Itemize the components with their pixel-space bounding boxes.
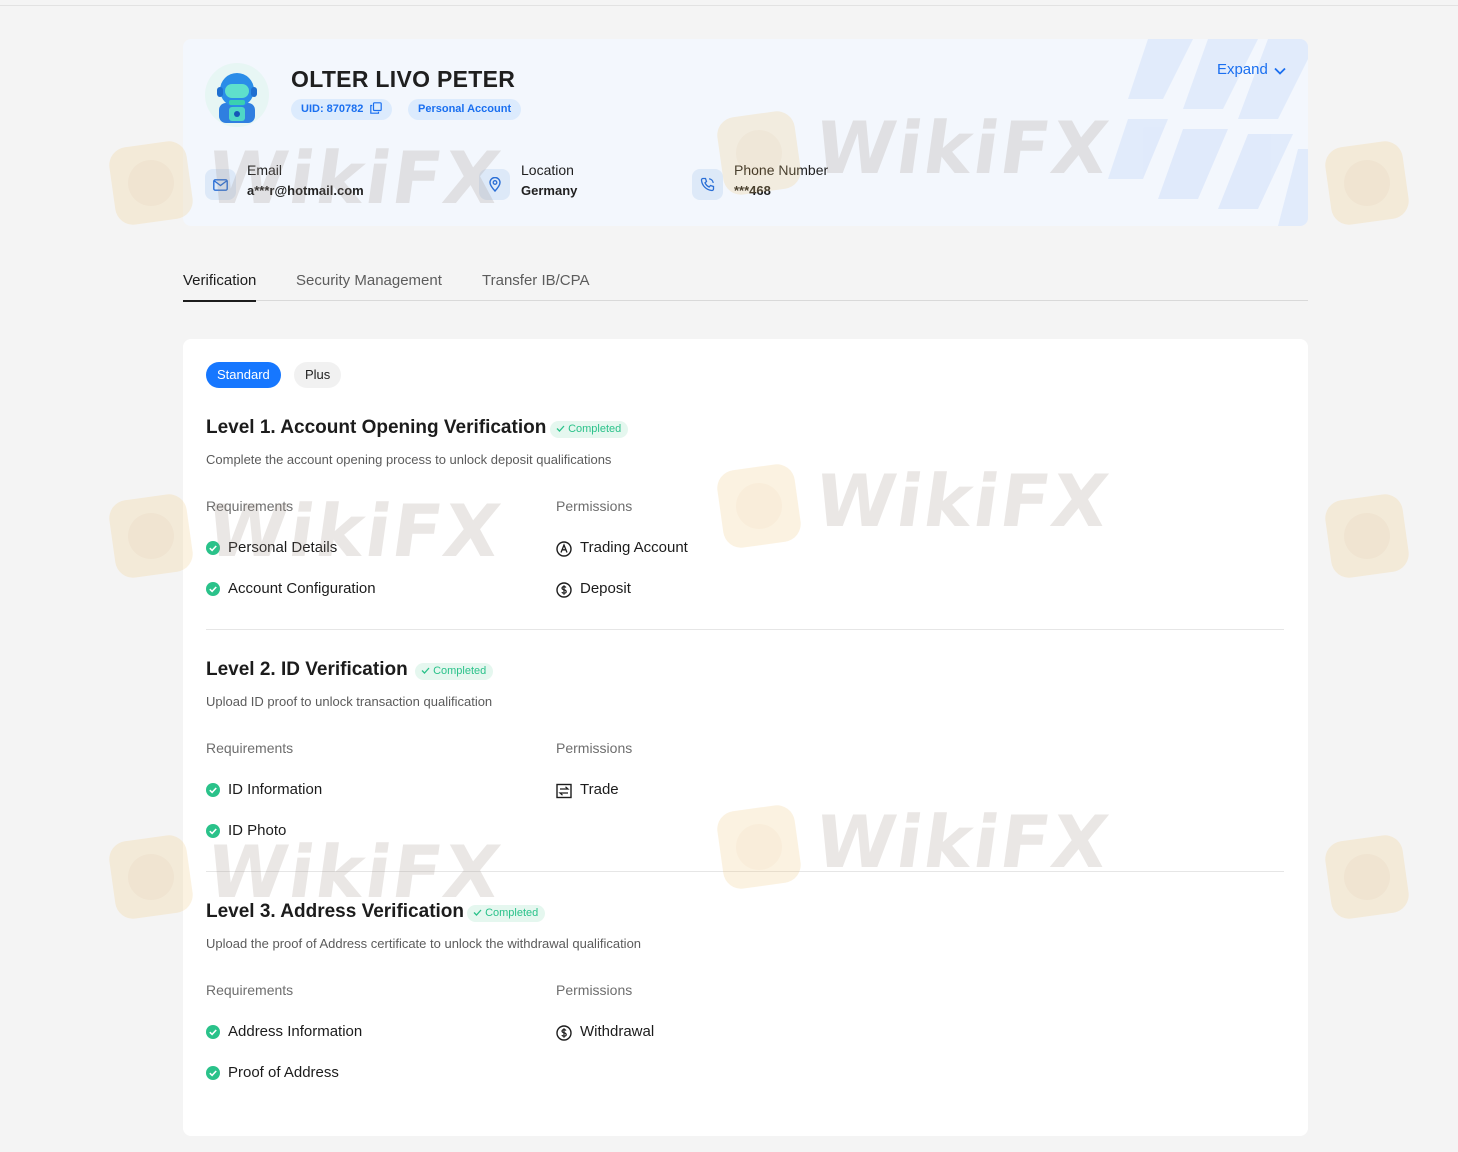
watermark (1322, 132, 1458, 228)
account-type-badge: Personal Account (408, 99, 522, 120)
watermark-logo-icon (1322, 491, 1412, 581)
avatar (205, 63, 269, 127)
exchange-icon (556, 783, 572, 799)
permissions-heading: Permissions (556, 498, 633, 514)
check-icon (473, 909, 482, 916)
watermark-logo-icon (1322, 138, 1412, 228)
tab-transfer-ib-cpa[interactable]: Transfer IB/CPA (482, 272, 590, 289)
level-title: Level 1. Account Opening Verification (206, 417, 547, 438)
completed-text: Completed (485, 907, 539, 919)
phone-label: Phone Number (734, 162, 829, 178)
section-divider (206, 629, 1284, 630)
dollar-coin-icon (556, 582, 572, 598)
astronaut-avatar-icon (217, 73, 257, 123)
check-circle-icon (206, 783, 220, 797)
completed-badge: Completed (415, 663, 494, 680)
standard-toggle[interactable]: Standard (206, 362, 281, 388)
chevron-down-icon (1274, 67, 1286, 75)
requirements-heading: Requirements (206, 740, 294, 756)
tab-verification[interactable]: Verification (183, 272, 257, 302)
uid-badge[interactable]: UID: 870782 (291, 99, 393, 120)
mail-icon (213, 178, 228, 191)
uid-text: UID: 870782 (301, 103, 364, 115)
location-icon-box (479, 169, 510, 200)
location-label: Location (521, 162, 574, 178)
completed-badge: Completed (550, 421, 629, 438)
completed-text: Completed (568, 423, 622, 435)
phone-value: ***468 (734, 183, 771, 198)
completed-badge: Completed (467, 905, 546, 922)
level-description: Upload the proof of Address certificate … (206, 936, 642, 951)
location-pin-icon (488, 177, 501, 192)
watermark-logo-icon (106, 832, 196, 922)
email-icon-box (205, 169, 236, 200)
expand-button[interactable]: Expand (1217, 61, 1286, 78)
tab-security-management[interactable]: Security Management (296, 272, 442, 289)
profile-name: OLTER LIVO PETER (291, 66, 516, 92)
check-icon (556, 425, 565, 432)
watermark-logo-icon (1322, 832, 1412, 922)
level-title: Level 2. ID Verification (206, 659, 408, 680)
profile-card: OLTER LIVO PETER UID: 870782 Personal Ac… (183, 39, 1308, 226)
top-divider (0, 5, 1458, 6)
watermark-logo-icon (106, 491, 196, 581)
section-divider (206, 871, 1284, 872)
verification-card: Standard Plus Level 1. Account Opening V… (183, 339, 1308, 1136)
dollar-coin-icon (556, 1025, 572, 1041)
watermark-logo-icon (106, 138, 196, 228)
requirements-heading: Requirements (206, 498, 294, 514)
check-circle-icon (206, 582, 220, 596)
expand-label: Expand (1216, 61, 1268, 78)
watermark (1322, 485, 1458, 581)
copy-icon[interactable] (370, 102, 383, 114)
level-title: Level 3. Address Verification (206, 901, 465, 922)
permissions-heading: Permissions (556, 740, 633, 756)
watermark (1322, 826, 1458, 922)
requirements-heading: Requirements (206, 982, 294, 998)
check-circle-icon (206, 1025, 220, 1039)
phone-icon (700, 177, 715, 192)
account-circle-icon (556, 541, 572, 557)
location-value: Germany (521, 183, 578, 198)
permissions-heading: Permissions (556, 982, 633, 998)
email-value: a***r@hotmail.com (247, 183, 364, 198)
tab-bar: Verification Security Management Transfe… (183, 262, 1308, 302)
check-circle-icon (206, 1066, 220, 1080)
email-label: Email (247, 162, 283, 178)
check-icon (421, 667, 430, 674)
level-description: Upload ID proof to unlock transaction qu… (206, 694, 493, 709)
level-description: Complete the account opening process to … (206, 452, 612, 467)
plus-toggle[interactable]: Plus (294, 362, 342, 388)
check-circle-icon (206, 824, 220, 838)
completed-text: Completed (433, 665, 487, 677)
phone-icon-box (692, 169, 723, 200)
check-circle-icon (206, 541, 220, 555)
